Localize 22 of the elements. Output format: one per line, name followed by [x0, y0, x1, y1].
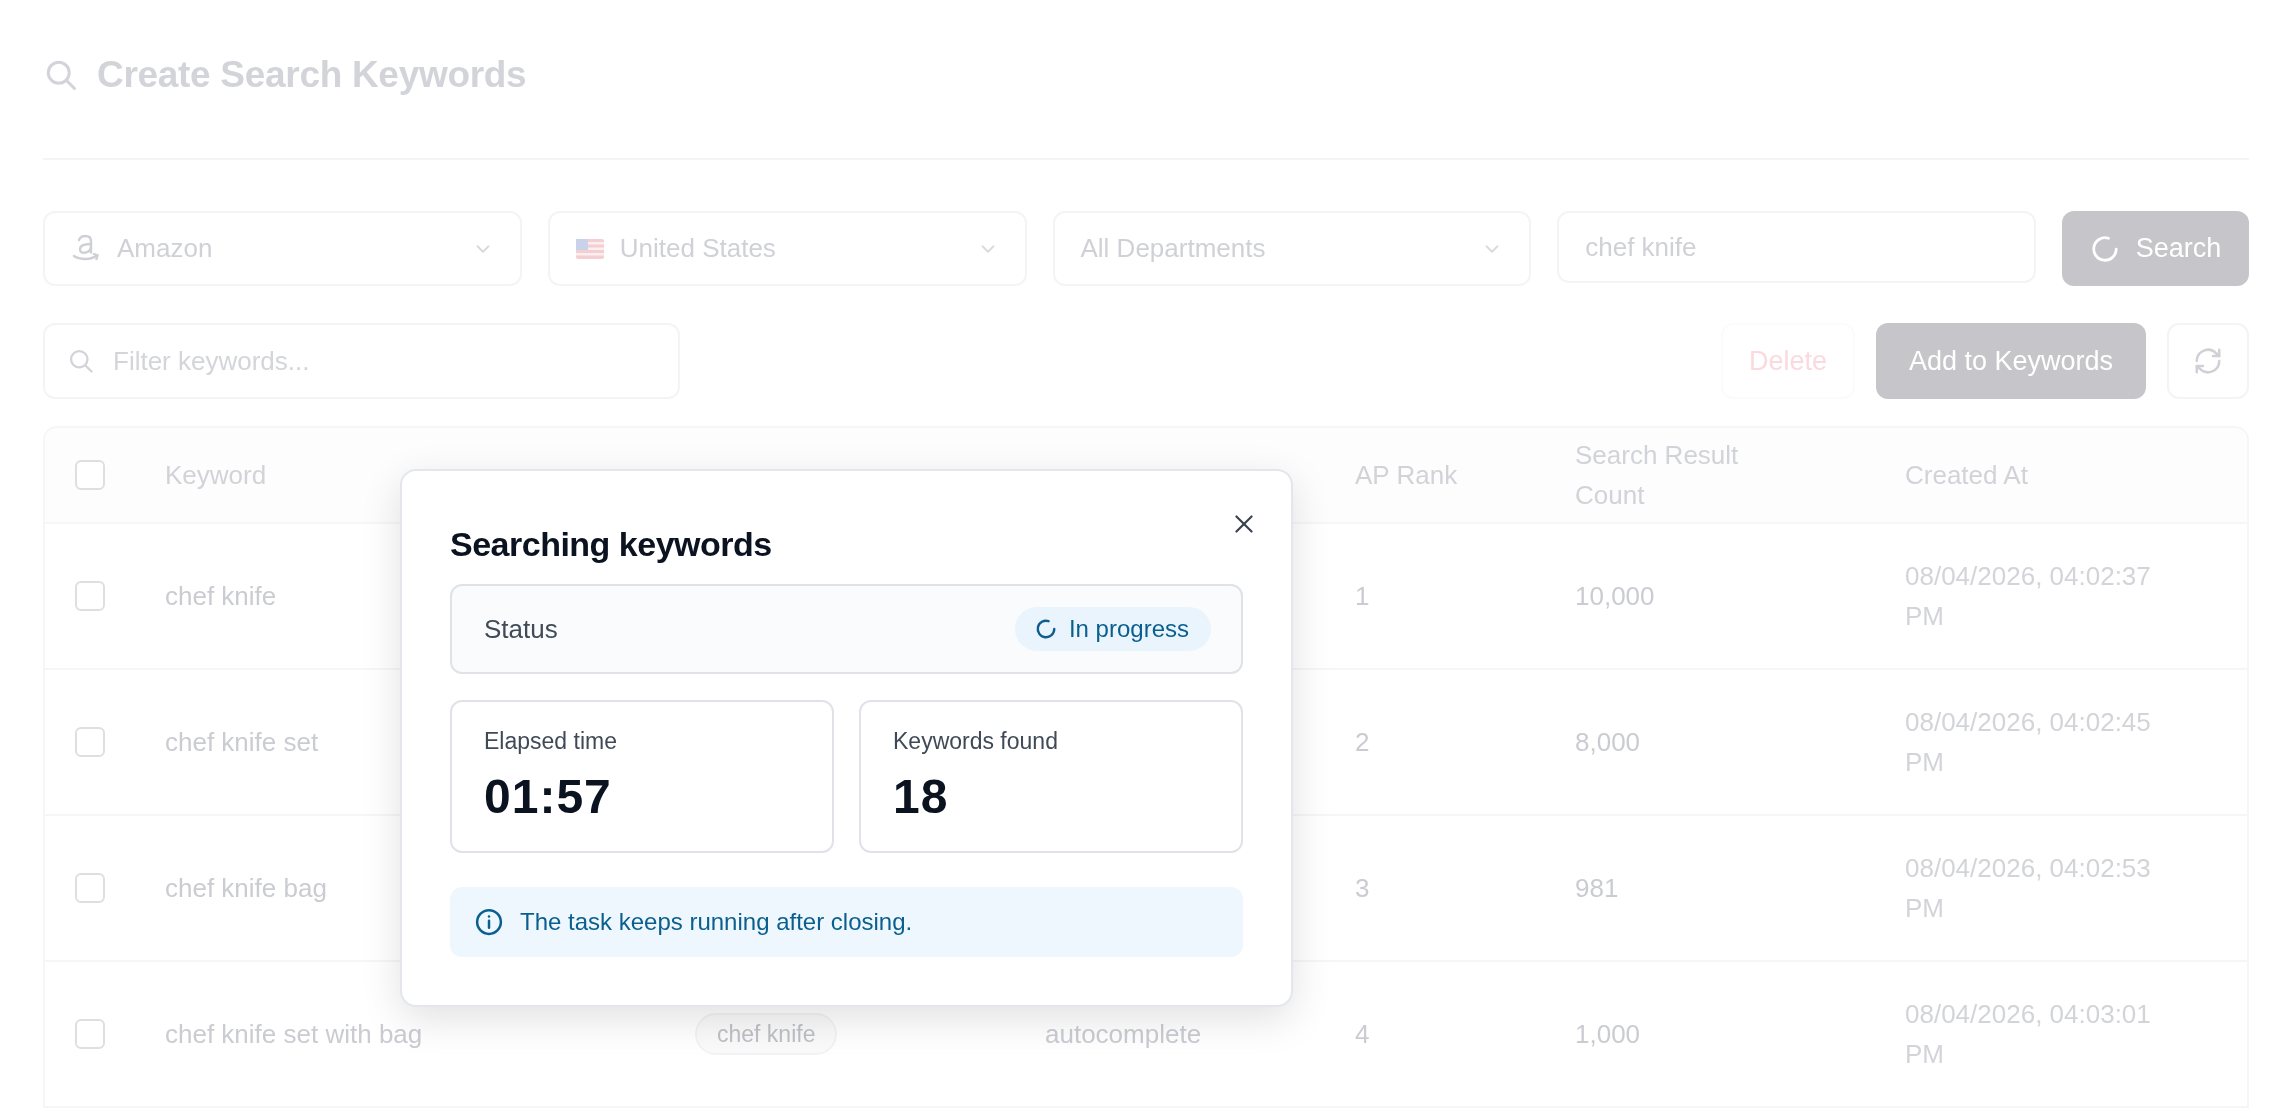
keyword-tag: chef knife: [695, 1013, 838, 1055]
spinner-icon: [1034, 618, 1057, 640]
refresh-icon: [2193, 346, 2223, 376]
info-icon: [474, 907, 504, 937]
search-button[interactable]: Search: [2062, 211, 2249, 286]
stat-value: 01:57: [484, 769, 613, 824]
flag-icon: [575, 238, 604, 259]
checkbox[interactable]: [75, 460, 105, 490]
stat-label: Elapsed time: [484, 728, 618, 755]
checkbox[interactable]: [75, 1019, 105, 1049]
stat-label: Keywords found: [893, 728, 1059, 755]
info-text: The task keeps running after closing.: [520, 908, 913, 936]
search-icon: [67, 347, 95, 375]
stat-value: 18: [893, 769, 950, 824]
modal-title: Searching keywords: [450, 525, 772, 564]
status-label: Status: [484, 613, 558, 645]
spinner-icon: [2089, 233, 2120, 264]
checkbox[interactable]: [75, 727, 105, 757]
checkbox[interactable]: [75, 581, 105, 611]
refresh-button[interactable]: [2167, 323, 2249, 399]
checkbox[interactable]: [75, 873, 105, 903]
status-badge: In progress: [1014, 607, 1211, 651]
